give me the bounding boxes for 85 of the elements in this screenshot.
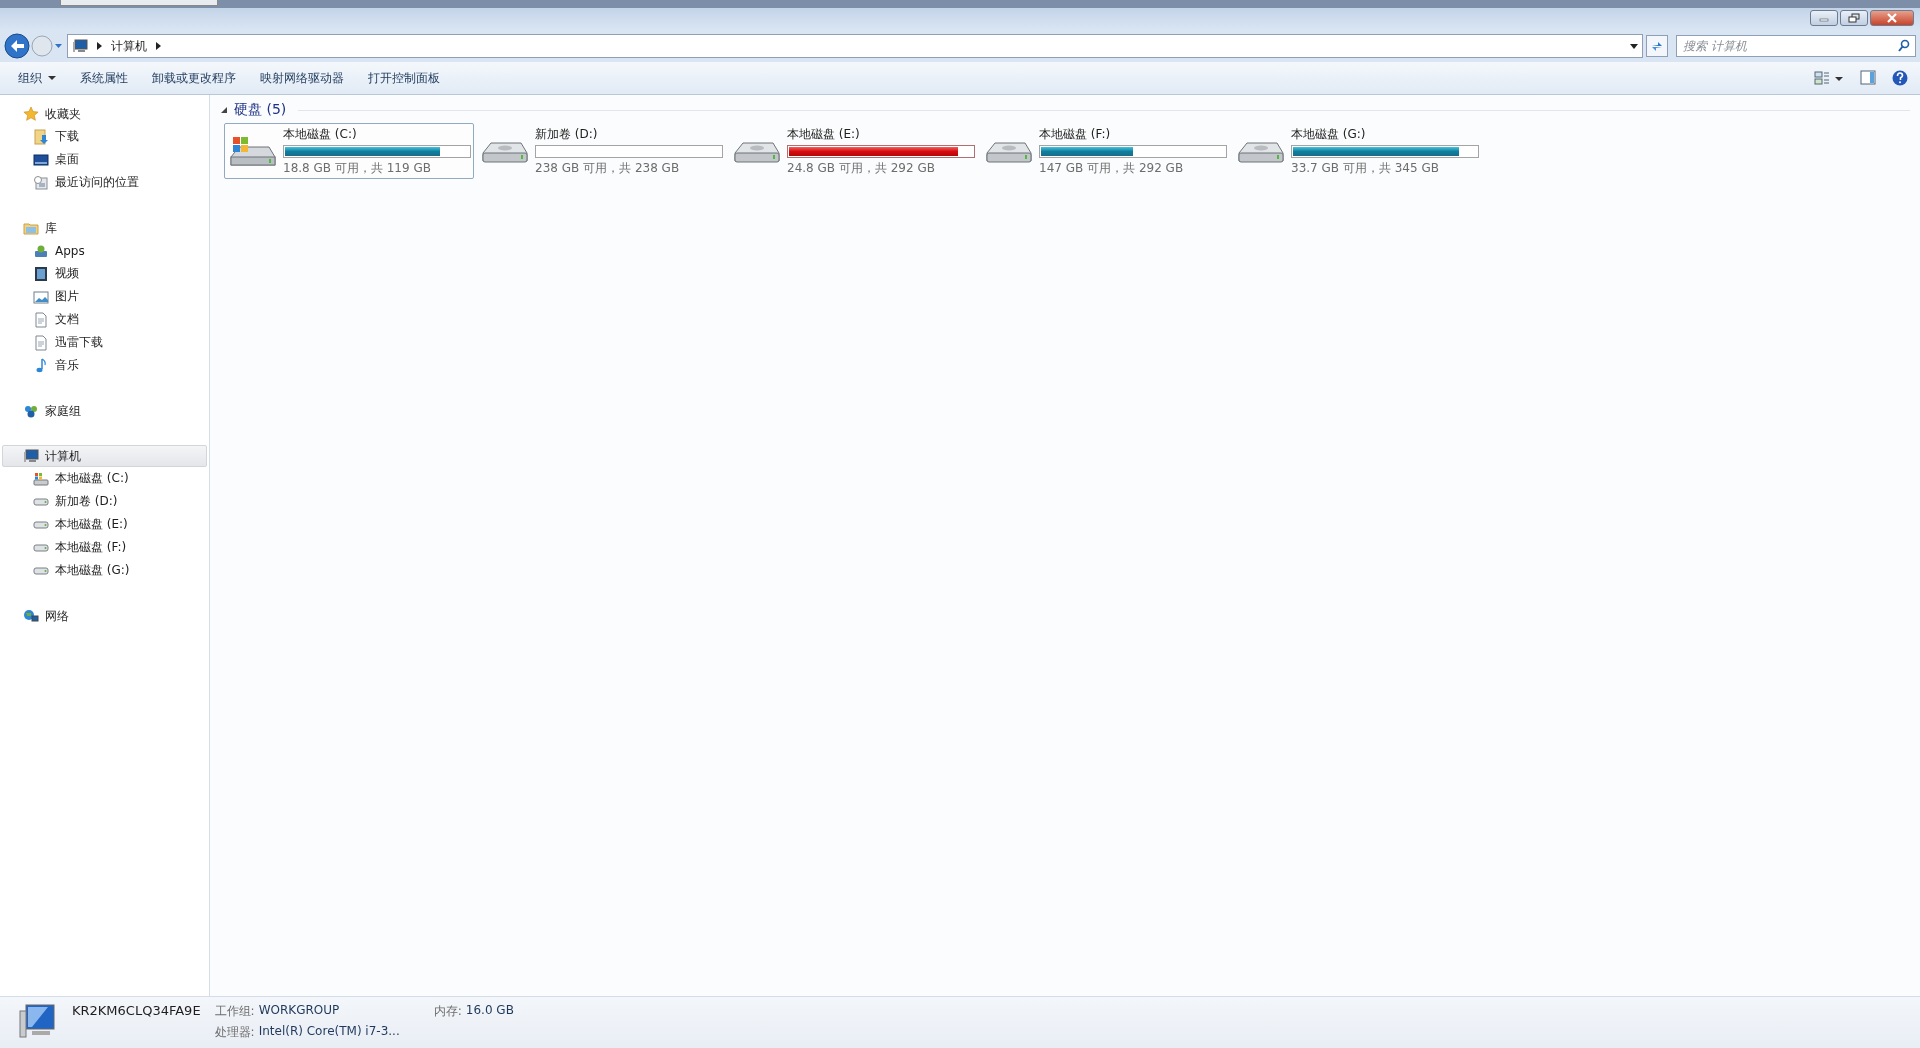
drive-space-info: 24.8 GB 可用，共 292 GB — [787, 159, 936, 177]
section-header: 硬盘 (5) — [234, 101, 287, 119]
close-button[interactable] — [1870, 10, 1914, 26]
restore-button[interactable] — [1840, 10, 1868, 26]
film-icon — [33, 265, 49, 282]
detail-label: 工作组: — [214, 1003, 255, 1020]
sidebar-item[interactable]: 家庭组 — [2, 400, 207, 422]
caret-icon — [48, 75, 56, 81]
picture-icon — [33, 288, 49, 305]
toolbar-button[interactable]: 组织 — [8, 65, 66, 91]
detail-value: WORKGROUP — [258, 1003, 340, 1019]
drive-tile[interactable]: 新加卷 (D:) 238 GB 可用，共 238 GB — [476, 123, 726, 179]
drive-name: 本地磁盘 (F:) — [1039, 125, 1112, 143]
sidebar-item[interactable]: 音乐 — [2, 354, 207, 377]
drive-icon — [33, 566, 49, 575]
computer-icon — [72, 38, 88, 54]
download-folder-icon — [33, 128, 49, 145]
breadcrumb-arrow-icon[interactable] — [155, 41, 162, 51]
drive-name: 本地磁盘 (C:) — [283, 125, 358, 143]
toolbar-button[interactable]: 打开控制面板 — [358, 65, 450, 91]
sidebar-item[interactable]: 本地磁盘 (E:) — [2, 513, 207, 536]
sidebar-item[interactable]: 新加卷 (D:) — [2, 490, 207, 513]
sidebar-item[interactable]: 计算机 — [2, 445, 207, 467]
breadcrumb-arrow-icon[interactable] — [96, 41, 103, 51]
sidebar-item[interactable]: 桌面 — [2, 148, 207, 171]
sidebar-item[interactable]: Apps — [2, 239, 207, 262]
sidebar-item[interactable]: 网络 — [2, 605, 207, 627]
search-icon — [1897, 39, 1910, 52]
address-dropdown-icon[interactable] — [1630, 42, 1638, 50]
refresh-icon — [1650, 39, 1664, 53]
recent-places-icon — [33, 174, 49, 191]
sidebar-item[interactable]: 视频 — [2, 262, 207, 285]
sidebar-item[interactable]: 文档 — [2, 308, 207, 331]
drive-icon — [33, 520, 49, 529]
sidebar-item[interactable]: 本地磁盘 (G:) — [2, 559, 207, 582]
minimize-button[interactable] — [1810, 10, 1838, 26]
back-button[interactable] — [4, 33, 30, 59]
view-options-button[interactable] — [1814, 70, 1844, 86]
search-field[interactable]: 搜索 计算机 — [1676, 35, 1916, 57]
help-button[interactable] — [1892, 70, 1908, 86]
sidebar-item[interactable]: 迅雷下载 — [2, 331, 207, 354]
drive-tile[interactable]: 本地磁盘 (F:) 147 GB 可用，共 292 GB — [980, 123, 1230, 179]
detail-label: 处理器: — [214, 1024, 255, 1041]
collapse-triangle-icon[interactable] — [220, 106, 228, 114]
drive-tile[interactable]: 本地磁盘 (C:) 18.8 GB 可用，共 119 GB — [224, 123, 474, 179]
preview-pane-button[interactable] — [1860, 70, 1876, 86]
detail-value: Intel(R) Core(TM) i7-3... — [258, 1024, 400, 1040]
drive-space-info: 33.7 GB 可用，共 345 GB — [1291, 159, 1440, 177]
sidebar-item[interactable]: 本地磁盘 (F:) — [2, 536, 207, 559]
sidebar-item[interactable]: 最近访问的位置 — [2, 171, 207, 194]
sidebar-item[interactable]: 本地磁盘 (C:) — [2, 467, 207, 490]
star-icon — [23, 106, 39, 122]
close-icon — [1886, 13, 1898, 23]
document-icon — [33, 334, 49, 351]
drive-name: 本地磁盘 (E:) — [787, 125, 861, 143]
restore-icon — [1848, 13, 1860, 23]
breadcrumb-item[interactable]: 计算机 — [111, 37, 147, 55]
computer-name: KR2KM6CLQ34FA9E — [72, 1003, 201, 1018]
drive-tile[interactable]: 本地磁盘 (G:) 33.7 GB 可用，共 345 GB — [1232, 123, 1482, 179]
drive-icon — [33, 543, 49, 552]
detail-value: 16.0 GB — [465, 1003, 514, 1019]
drive-space-info: 18.8 GB 可用，共 119 GB — [283, 159, 432, 177]
sidebar-item[interactable]: 图片 — [2, 285, 207, 308]
drive-tile[interactable]: 本地磁盘 (E:) 24.8 GB 可用，共 292 GB — [728, 123, 978, 179]
drive-name: 新加卷 (D:) — [535, 125, 599, 143]
system-drive-icon — [33, 470, 49, 487]
sidebar-item[interactable]: 下载 — [2, 125, 207, 148]
toolbar-button[interactable]: 卸载或更改程序 — [142, 65, 246, 91]
toolbar-button[interactable]: 系统属性 — [70, 65, 138, 91]
computer-icon — [18, 1003, 58, 1039]
document-icon — [33, 311, 49, 328]
drive-name: 本地磁盘 (G:) — [1291, 125, 1367, 143]
sidebar-item[interactable]: 收藏夹 — [2, 103, 207, 125]
toolbar-button[interactable]: 映射网络驱动器 — [250, 65, 354, 91]
homegroup-icon — [23, 403, 39, 419]
drive-space-info: 147 GB 可用，共 292 GB — [1039, 159, 1185, 177]
network-icon — [23, 608, 39, 624]
computer-icon — [23, 448, 39, 464]
detail-label: 内存: — [433, 1003, 462, 1020]
library-folder-icon — [23, 220, 39, 236]
refresh-button[interactable] — [1646, 35, 1668, 57]
desktop-icon — [33, 151, 49, 168]
drive-space-info: 238 GB 可用，共 238 GB — [535, 159, 681, 177]
drive-icon — [33, 497, 49, 506]
sidebar-item[interactable]: 库 — [2, 217, 207, 239]
